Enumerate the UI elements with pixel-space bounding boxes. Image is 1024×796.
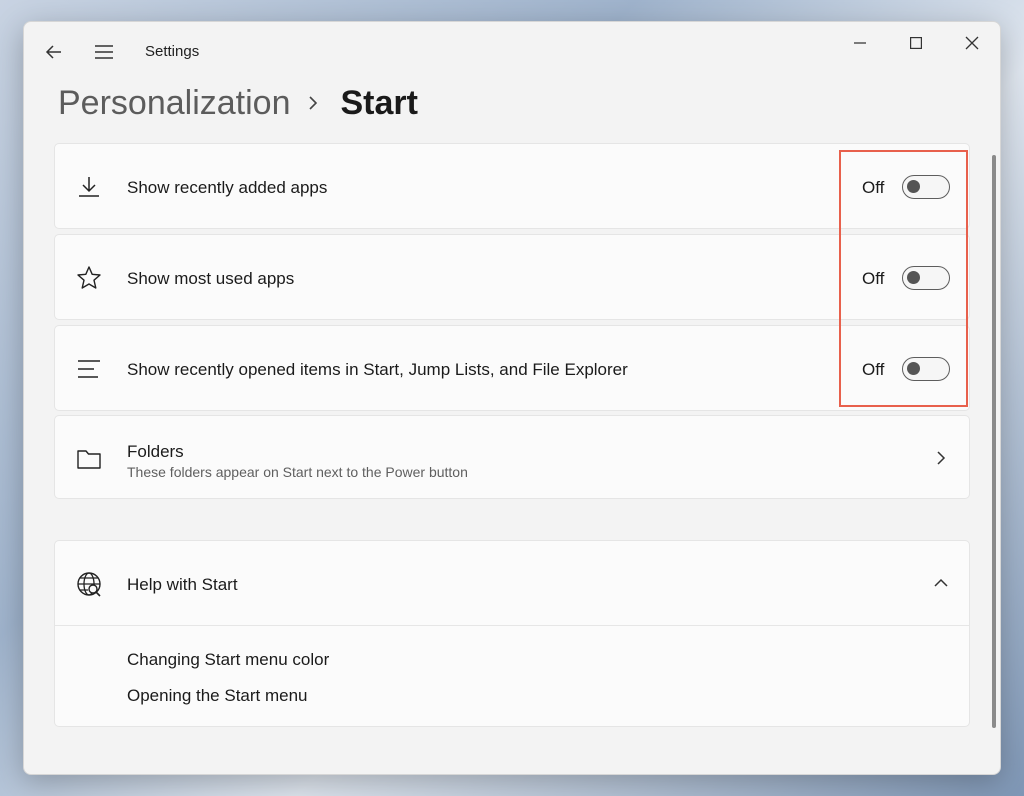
toggle-state-text: Off [862,360,885,379]
help-with-start-section: Help with Start Changing Start menu colo… [54,540,970,727]
chevron-right-icon [931,448,951,468]
show-most-used-toggle[interactable] [902,266,950,290]
hamburger-icon [95,45,113,59]
back-arrow-icon [45,45,61,59]
settings-window: Settings Personalization Start Show rece… [23,21,1001,775]
close-icon [965,36,979,50]
toggle-knob [907,271,920,284]
close-button[interactable] [954,28,990,58]
app-title: Settings [145,43,200,60]
setting-label: Show most used apps [127,269,295,288]
toggle-knob [907,180,920,193]
chevron-right-icon [308,95,318,111]
toggle-knob [907,362,920,375]
toggle-state-text: Off [862,269,885,288]
folders-row[interactable]: Folders These folders appear on Start ne… [54,415,970,499]
setting-row-recently-opened: Show recently opened items in Start, Jum… [54,325,970,411]
show-recently-added-toggle[interactable] [902,175,950,199]
download-icon [75,173,103,201]
list-icon [75,355,103,383]
minimize-button[interactable] [842,28,878,58]
minimize-icon [854,42,866,44]
scrollbar[interactable] [992,155,996,728]
setting-row-recently-added: Show recently added apps Off [54,143,970,229]
back-button[interactable] [38,38,70,66]
setting-row-most-used: Show most used apps Off [54,234,970,320]
page-title: Start [340,83,418,122]
star-icon [75,264,103,292]
maximize-button[interactable] [898,28,934,58]
globe-search-icon [75,570,103,598]
folder-icon [75,445,103,473]
setting-label: Show recently opened items in Start, Jum… [127,360,628,379]
show-recently-opened-toggle[interactable] [902,357,950,381]
breadcrumb: Personalization Start [58,79,418,127]
divider [55,625,969,626]
chevron-up-icon[interactable] [931,573,951,593]
title-bar: Settings [24,22,1000,82]
help-link-open-start[interactable]: Opening the Start menu [127,686,308,706]
maximize-icon [910,37,922,49]
setting-label: Show recently added apps [127,178,328,197]
help-link-change-color[interactable]: Changing Start menu color [127,650,329,670]
folders-label: Folders [127,442,184,461]
help-title[interactable]: Help with Start [127,575,238,595]
folders-description: These folders appear on Start next to th… [127,464,468,480]
toggle-state-text: Off [862,178,885,197]
navigation-menu-button[interactable] [88,38,120,66]
breadcrumb-parent[interactable]: Personalization [58,84,290,123]
